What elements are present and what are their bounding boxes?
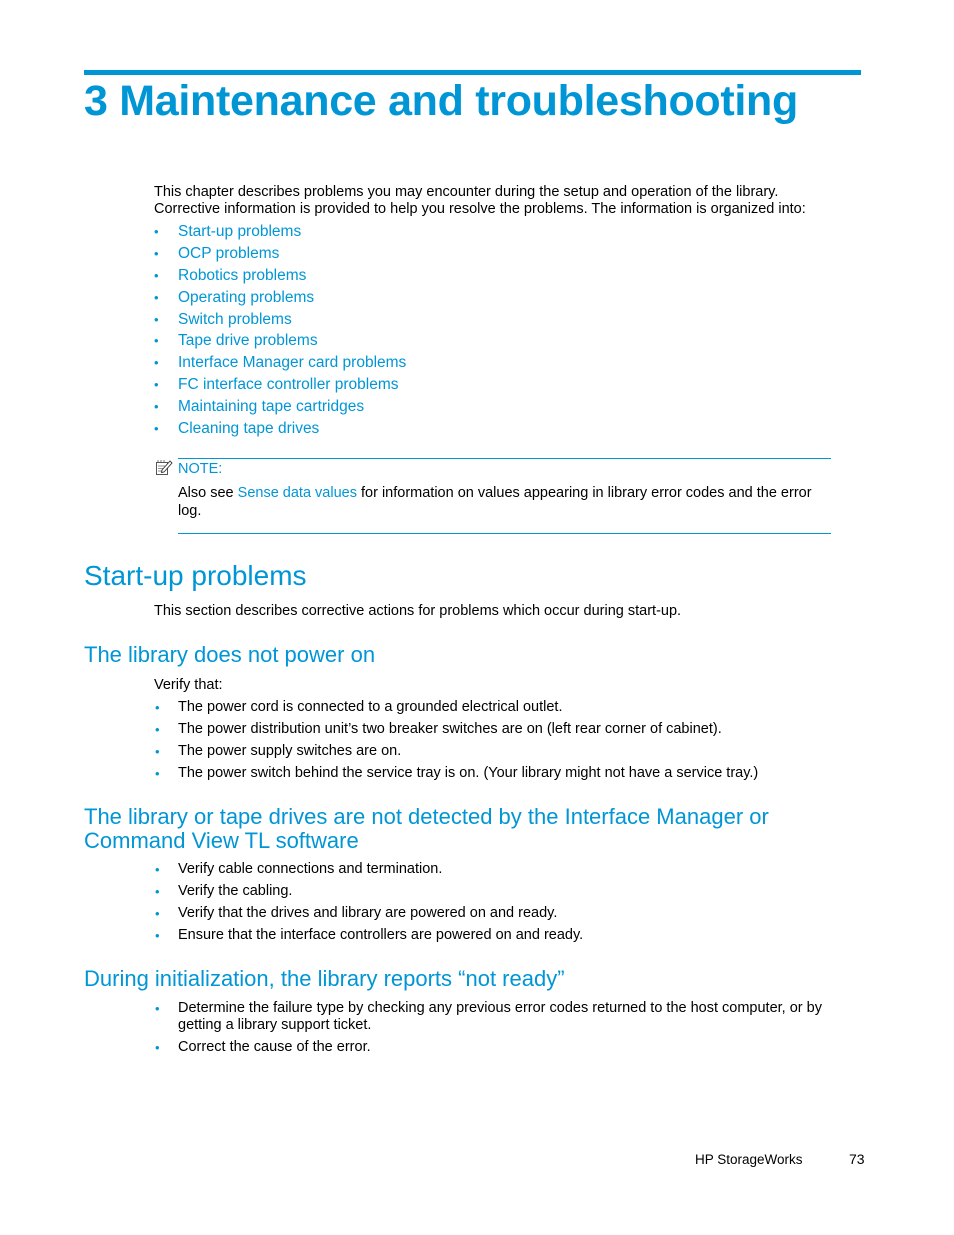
bullet-icon: • <box>155 743 160 759</box>
not-ready-checklist: • Determine the failure type by checking … <box>154 1000 834 1061</box>
chapter-title: 3 Maintenance and troubleshooting <box>84 77 798 125</box>
list-item: • The power distribution unit’s two break… <box>154 721 834 738</box>
power-checklist: • The power cord is connected to a ground… <box>154 699 834 787</box>
bullet-icon: • <box>154 377 159 393</box>
list-item-text: Correct the cause of the error. <box>178 1038 371 1055</box>
bullet-icon: • <box>155 905 160 921</box>
bullet-icon: • <box>154 289 159 305</box>
bullet-icon: • <box>154 245 159 261</box>
footer-brand: HP StorageWorks <box>695 1152 803 1167</box>
bullet-icon: • <box>154 267 159 283</box>
list-item-text: The power distribution unit’s two breake… <box>178 720 722 737</box>
toc-link-fc-controller[interactable]: FC interface controller problems <box>178 376 399 393</box>
subsection-title-power: The library does not power on <box>84 642 376 667</box>
note-pad-icon <box>156 460 173 475</box>
list-item: • The power cord is connected to a ground… <box>154 699 834 716</box>
toc-link-maintaining-cartridges[interactable]: Maintaining tape cartridges <box>178 398 364 415</box>
sense-data-values-link[interactable]: Sense data values <box>238 485 357 501</box>
bullet-icon: • <box>154 355 159 371</box>
toc-link-cleaning-drives[interactable]: Cleaning tape drives <box>178 420 319 437</box>
bullet-icon: • <box>155 700 160 715</box>
list-item-text: Ensure that the interface controllers ar… <box>178 926 584 943</box>
toc-item: • Robotics problems <box>154 266 406 288</box>
toc-link-ocp[interactable]: OCP problems <box>178 245 279 262</box>
toc-link-tape-drive[interactable]: Tape drive problems <box>178 332 318 349</box>
list-item: • Correct the cause of the error. <box>154 1039 834 1056</box>
list-item: • Determine the failure type by checking … <box>154 1000 834 1034</box>
toc-item: • Operating problems <box>154 288 406 310</box>
bullet-icon: • <box>155 1001 160 1016</box>
list-item: • Verify the cabling. <box>154 883 834 900</box>
list-item-text: Determine the failure type by checking a… <box>178 1000 822 1033</box>
section-title-startup: Start-up problems <box>84 560 307 591</box>
page-number: 73 <box>849 1151 865 1167</box>
subsection-title-detect: The library or tape drives are not detec… <box>84 804 769 853</box>
toc-item: • Interface Manager card problems <box>154 353 406 375</box>
toc-link-robotics[interactable]: Robotics problems <box>178 267 306 284</box>
toc-link-interface-manager[interactable]: Interface Manager card problems <box>178 354 406 371</box>
toc-item: • Maintaining tape cartridges <box>154 397 406 419</box>
toc-link-operating[interactable]: Operating problems <box>178 289 314 306</box>
bullet-icon: • <box>155 765 160 781</box>
bullet-icon: • <box>155 883 160 899</box>
section-description: This section describes corrective action… <box>154 603 682 619</box>
note-top-rule <box>178 458 831 459</box>
toc-item: • Start-up problems <box>154 222 406 244</box>
bullet-icon: • <box>154 421 159 437</box>
list-item: • Verify that the drives and library are … <box>154 905 834 922</box>
toc-link-startup[interactable]: Start-up problems <box>178 223 301 240</box>
toc-item: • OCP problems <box>154 244 406 266</box>
bullet-icon: • <box>155 862 160 877</box>
toc-item: • Cleaning tape drives <box>154 419 406 441</box>
list-item: • Verify cable connections and terminatio… <box>154 861 834 878</box>
note-bottom-rule <box>178 533 831 534</box>
list-item: • Ensure that the interface controllers a… <box>154 927 834 944</box>
chapter-toc: • Start-up problems • OCP problems • Roboti… <box>154 222 406 441</box>
verify-lead: Verify that: <box>154 677 223 693</box>
bullet-icon: • <box>155 1039 160 1055</box>
note-label: NOTE: <box>178 461 223 477</box>
list-item-text: The power cord is connected to a grounde… <box>178 699 563 715</box>
bullet-icon: • <box>154 224 159 239</box>
toc-item: • Switch problems <box>154 310 406 332</box>
list-item-text: Verify that the drives and library are p… <box>178 904 558 921</box>
detect-checklist: • Verify cable connections and terminatio… <box>154 861 834 949</box>
bullet-icon: • <box>154 399 159 415</box>
list-item-text: The power supply switches are on. <box>178 742 402 759</box>
chapter-rule <box>84 70 861 75</box>
bullet-icon: • <box>155 721 160 737</box>
bullet-icon: • <box>155 927 160 943</box>
chapter-intro: This chapter describes problems you may … <box>154 184 806 217</box>
toc-link-switch[interactable]: Switch problems <box>178 311 292 328</box>
list-item: • The power switch behind the service tra… <box>154 765 834 782</box>
note-text: Also see Sense data values for informati… <box>178 484 818 520</box>
toc-item: • FC interface controller problems <box>154 375 406 397</box>
bullet-icon: • <box>154 333 159 349</box>
bullet-icon: • <box>154 311 159 327</box>
list-item-text: The power switch behind the service tray… <box>178 764 759 781</box>
list-item-text: Verify the cabling. <box>178 882 293 899</box>
subsection-title-not-ready: During initialization, the library repor… <box>84 966 565 991</box>
list-item-text: Verify cable connections and termination… <box>178 861 443 877</box>
note-text-before: Also see <box>178 485 238 501</box>
list-item: • The power supply switches are on. <box>154 743 834 760</box>
toc-item: • Tape drive problems <box>154 331 406 353</box>
